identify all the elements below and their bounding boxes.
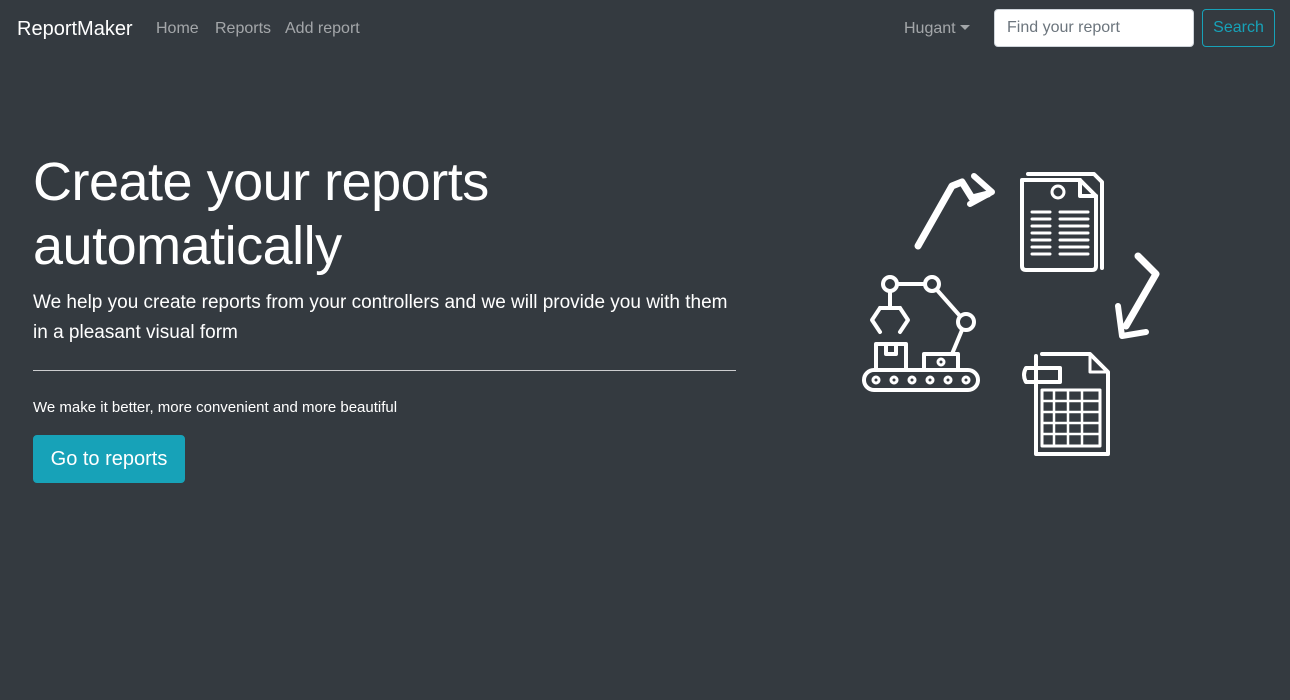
document-list-icon <box>1020 172 1104 272</box>
hero-lead: We help you create reports from your con… <box>33 292 728 343</box>
brand-logo[interactable]: ReportMaker <box>17 17 133 41</box>
arrow-up-right-icon <box>914 173 995 250</box>
automation-illustration <box>862 172 1160 456</box>
nav-link-reports[interactable]: Reports <box>215 19 271 39</box>
arrow-down-left-icon <box>1115 252 1160 339</box>
caret-down-icon <box>959 25 970 30</box>
user-dropdown-toggle[interactable]: Hugant <box>904 19 970 39</box>
search-input[interactable] <box>994 9 1194 47</box>
hero-title: Create your reports automatically <box>33 150 753 278</box>
nav-link-add-report[interactable]: Add report <box>285 19 360 39</box>
go-to-reports-button[interactable]: Go to reports <box>33 435 185 483</box>
hero-title-line-1: Create your reports <box>33 152 489 212</box>
hero-tagline: We make it better, more convenient and m… <box>33 399 398 416</box>
navbar: ReportMaker Home Reports Add report Huga… <box>0 0 1290 57</box>
hero-title-line-2: automatically <box>33 216 342 276</box>
divider <box>33 370 736 371</box>
user-name: Hugant <box>904 20 956 37</box>
nav-link-home[interactable]: Home <box>156 19 199 39</box>
robot-arm-conveyor-icon <box>862 275 980 392</box>
search-button[interactable]: Search <box>1202 9 1275 47</box>
spreadsheet-file-icon <box>1022 352 1110 456</box>
